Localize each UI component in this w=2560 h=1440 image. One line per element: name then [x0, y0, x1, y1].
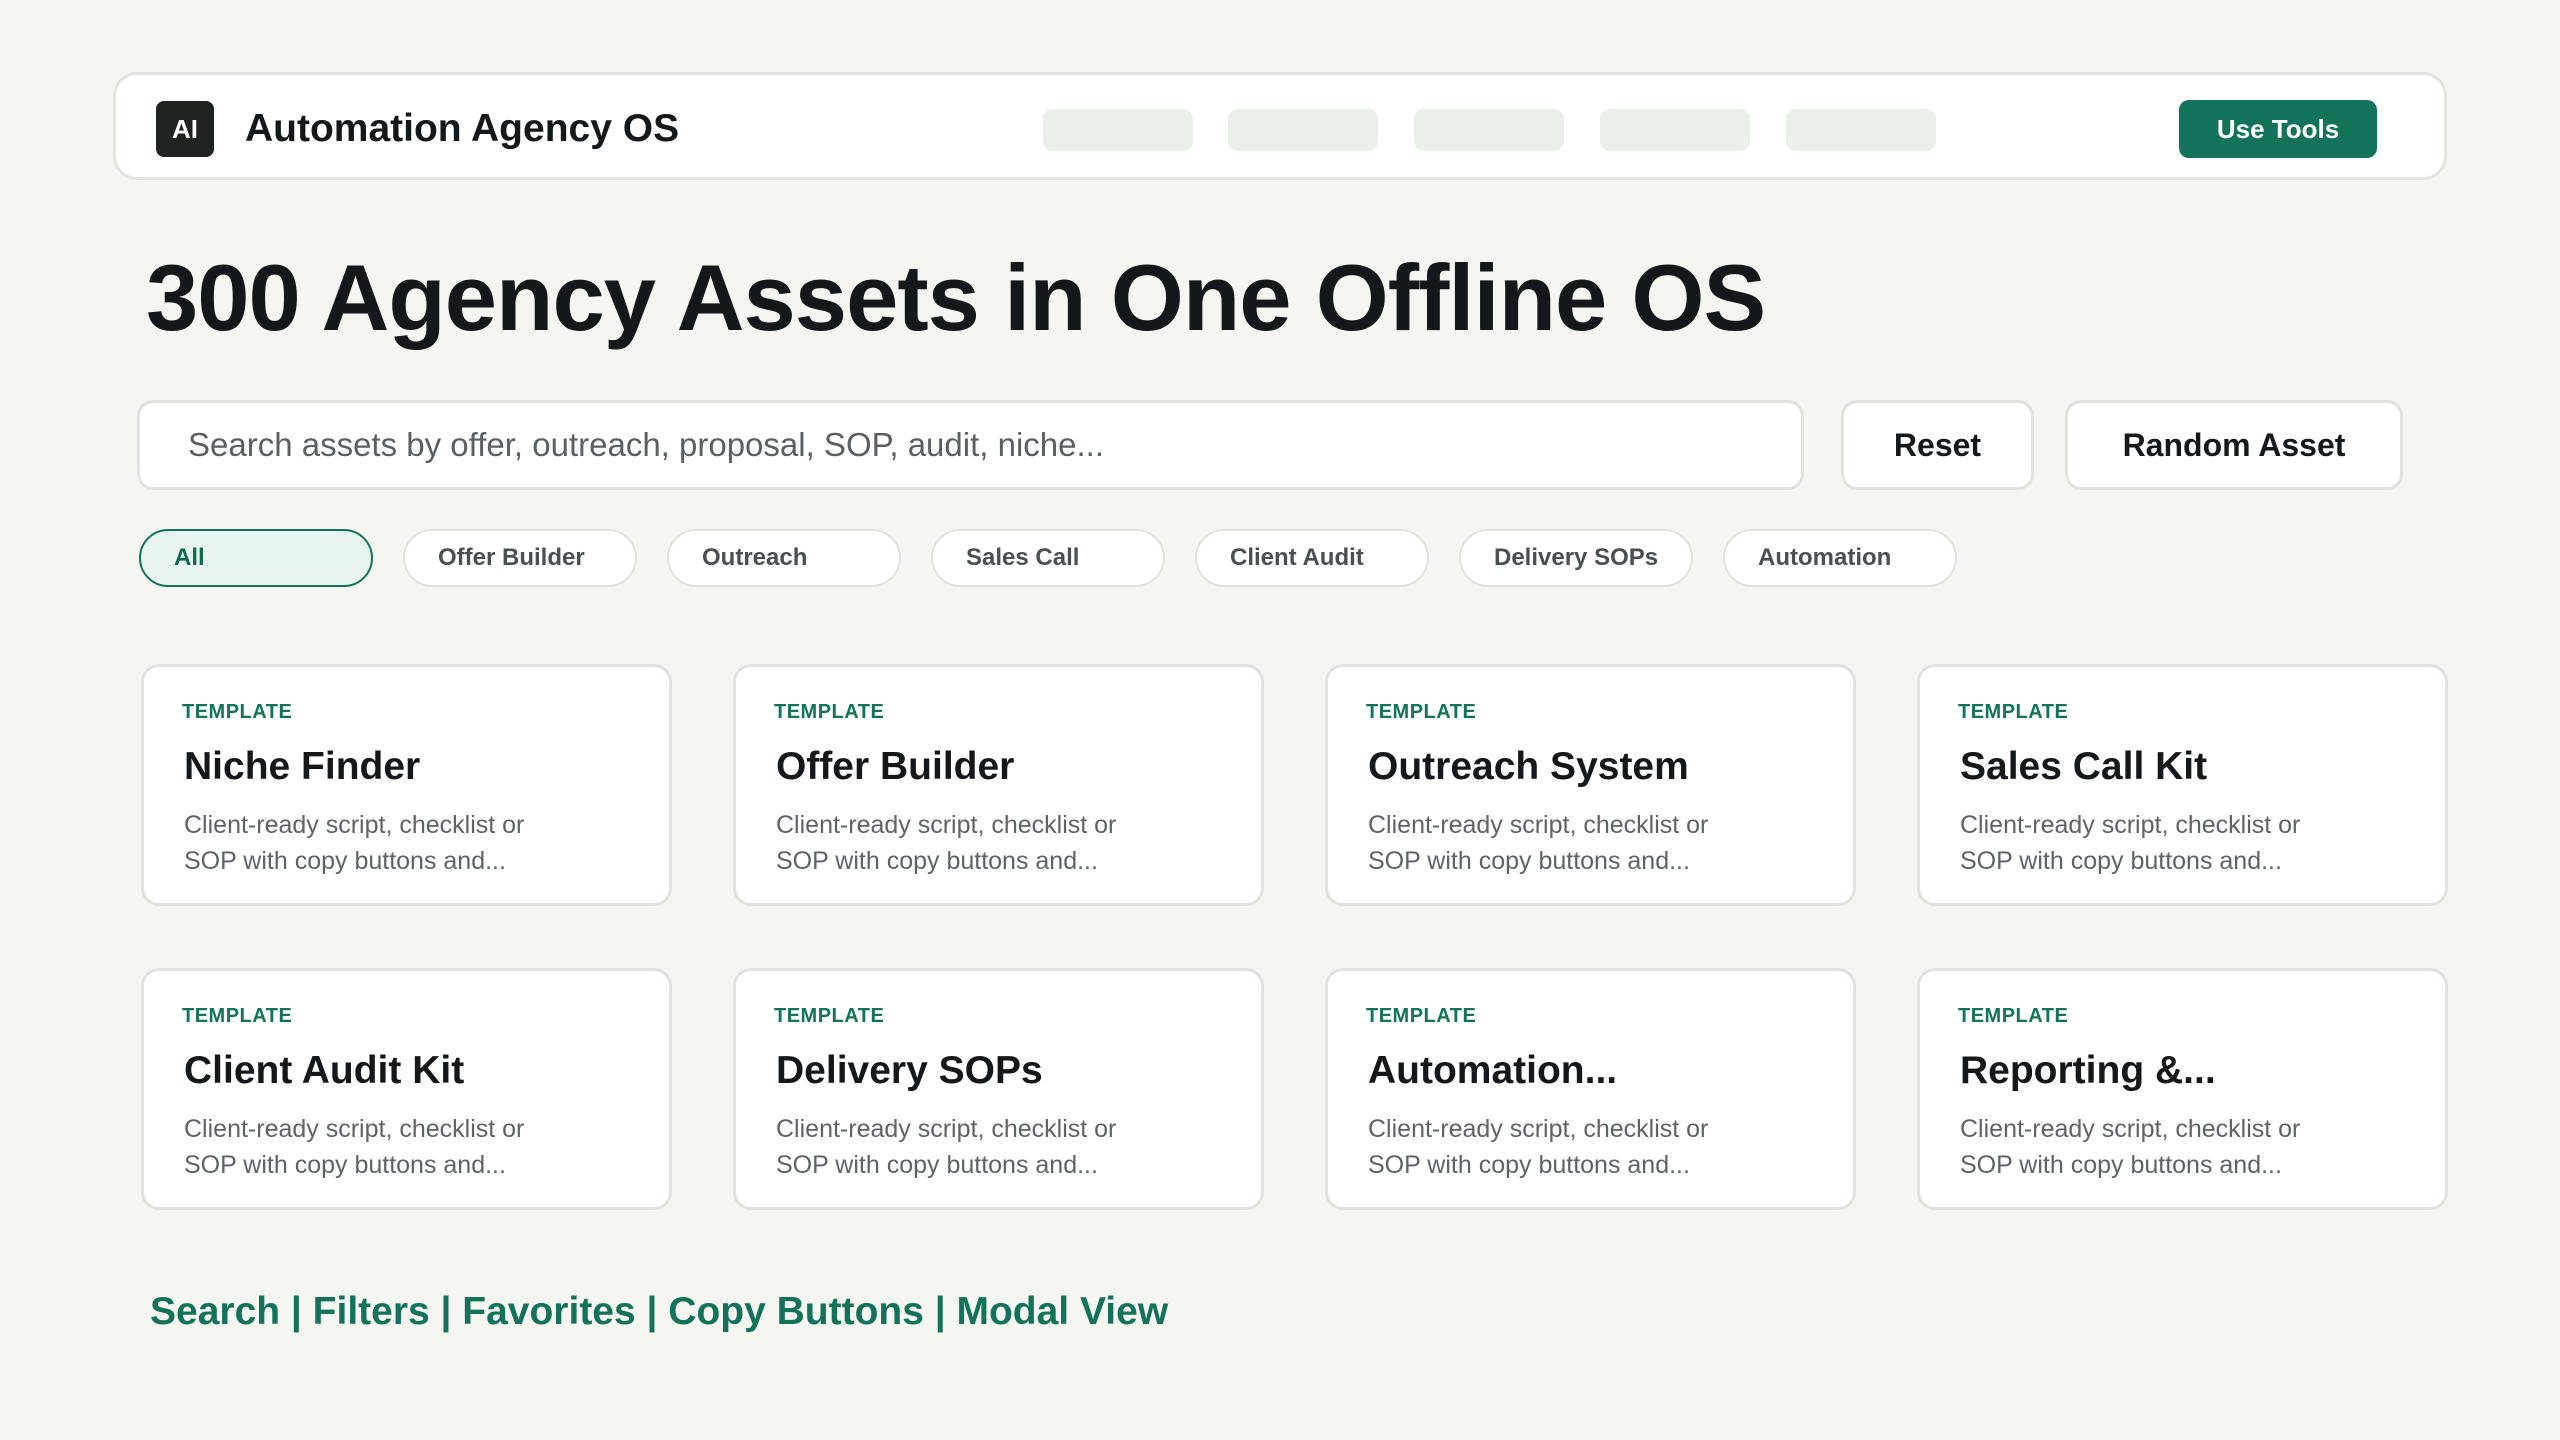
filter-chip-offer-builder[interactable]: Offer Builder	[403, 529, 637, 587]
card-description: Client-ready script, checklist or SOP wi…	[1368, 811, 1709, 875]
app-logo[interactable]: AI	[156, 101, 214, 157]
card-title: Outreach System	[1368, 745, 1689, 788]
asset-card[interactable]: TEMPLATE Outreach System Client-ready scri…	[1325, 664, 1856, 906]
asset-card[interactable]: TEMPLATE Offer Builder Client-ready script…	[733, 664, 1264, 906]
card-type-label: TEMPLATE	[182, 701, 293, 723]
card-description: Client-ready script, checklist or SOP wi…	[1960, 1115, 2301, 1179]
card-type-label: TEMPLATE	[1958, 1005, 2069, 1027]
asset-card[interactable]: TEMPLATE Niche Finder Client-ready script,…	[141, 664, 672, 906]
card-description: Client-ready script, checklist or SOP wi…	[184, 811, 525, 875]
card-title: Reporting &...	[1960, 1049, 2216, 1092]
card-title: Automation...	[1368, 1049, 1618, 1092]
filter-chip-automation[interactable]: Automation	[1723, 529, 1957, 587]
random-asset-button[interactable]: Random Asset	[2065, 400, 2403, 490]
card-title: Delivery SOPs	[776, 1049, 1043, 1092]
asset-card[interactable]: TEMPLATE Automation... Client-ready script…	[1325, 968, 1856, 1210]
card-description: Client-ready script, checklist or SOP wi…	[776, 1115, 1117, 1179]
app-title[interactable]: Automation Agency OS	[245, 99, 679, 159]
card-title: Client Audit Kit	[184, 1049, 465, 1092]
card-type-label: TEMPLATE	[1366, 1005, 1477, 1027]
card-type-label: TEMPLATE	[1958, 701, 2069, 723]
nav-placeholder-4[interactable]	[1600, 109, 1750, 151]
filter-chip-client-audit[interactable]: Client Audit	[1195, 529, 1429, 587]
card-type-label: TEMPLATE	[774, 1005, 885, 1027]
asset-card[interactable]: TEMPLATE Delivery SOPs Client-ready script…	[733, 968, 1264, 1210]
hero-title: 300 Agency Assets in One Offline OS	[146, 245, 1766, 350]
nav-placeholder-3[interactable]	[1414, 109, 1564, 151]
card-title: Sales Call Kit	[1960, 745, 2208, 788]
card-type-label: TEMPLATE	[1366, 701, 1477, 723]
card-type-label: TEMPLATE	[182, 1005, 293, 1027]
card-type-label: TEMPLATE	[774, 701, 885, 723]
asset-card[interactable]: TEMPLATE Client Audit Kit Client-ready scr…	[141, 968, 672, 1210]
card-title: Niche Finder	[184, 745, 421, 788]
use-tools-button[interactable]: Use Tools	[2179, 100, 2377, 158]
asset-card[interactable]: TEMPLATE Reporting &... Client-ready scrip…	[1917, 968, 2448, 1210]
nav-placeholder-2[interactable]	[1228, 109, 1378, 151]
card-description: Client-ready script, checklist or SOP wi…	[184, 1115, 525, 1179]
filter-chip-all[interactable]: All	[139, 529, 373, 587]
feature-list: Search | Filters | Favorites | Copy Butt…	[150, 1290, 1169, 1333]
nav-placeholder-5[interactable]	[1786, 109, 1936, 151]
nav-placeholder-1[interactable]	[1043, 109, 1193, 151]
filter-chip-sales-call[interactable]: Sales Call	[931, 529, 1165, 587]
filter-chip-delivery-sops[interactable]: Delivery SOPs	[1459, 529, 1693, 587]
card-title: Offer Builder	[776, 745, 1015, 788]
top-navbar: AI Automation Agency OS Use Tools	[113, 72, 2447, 180]
reset-button[interactable]: Reset	[1841, 400, 2034, 490]
search-input[interactable]: Search assets by offer, outreach, propos…	[137, 400, 1804, 490]
filter-chip-outreach[interactable]: Outreach	[667, 529, 901, 587]
card-description: Client-ready script, checklist or SOP wi…	[1960, 811, 2301, 875]
card-description: Client-ready script, checklist or SOP wi…	[1368, 1115, 1709, 1179]
card-description: Client-ready script, checklist or SOP wi…	[776, 811, 1117, 875]
asset-card[interactable]: TEMPLATE Sales Call Kit Client-ready scrip…	[1917, 664, 2448, 906]
